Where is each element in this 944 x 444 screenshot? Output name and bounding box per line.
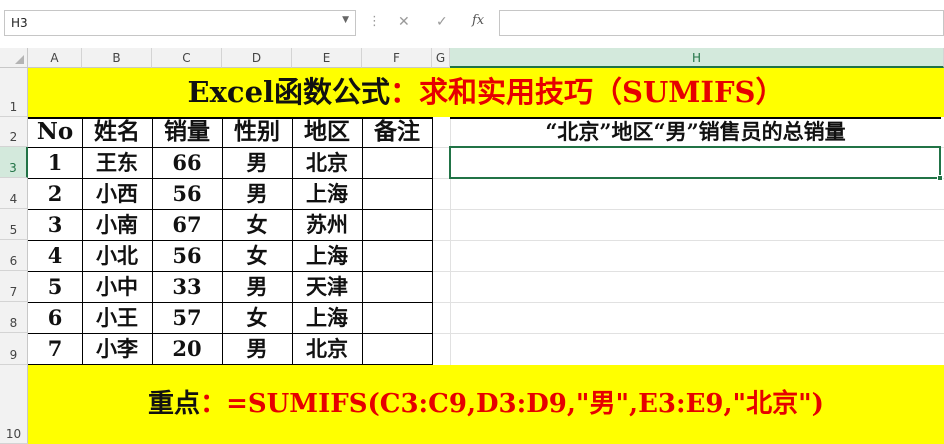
table-cell[interactable]: 56: [152, 240, 222, 271]
table-cell[interactable]: 3: [28, 209, 82, 240]
header-cell-name[interactable]: 姓名: [82, 117, 152, 147]
table-cell[interactable]: 7: [28, 333, 82, 365]
title-red-part: ：求和实用技巧（SUMIFS）: [390, 75, 785, 109]
table-cell[interactable]: [362, 147, 432, 178]
sheet-title[interactable]: Excel函数公式：求和实用技巧（SUMIFS）: [28, 68, 944, 117]
header-cell-sales[interactable]: 销量: [152, 117, 222, 147]
table-cell[interactable]: 男: [222, 333, 292, 365]
table-cell[interactable]: 上海: [292, 240, 362, 271]
table-cell[interactable]: 上海: [292, 302, 362, 333]
table-cell[interactable]: [362, 333, 432, 365]
question-cell[interactable]: “北京”地区“男”销售员的总销量: [450, 117, 941, 147]
name-box[interactable]: H3 ▼: [4, 10, 356, 36]
table-cell[interactable]: 4: [28, 240, 82, 271]
table-cell[interactable]: 上海: [292, 178, 362, 209]
table-cell[interactable]: 57: [152, 302, 222, 333]
row-header-5[interactable]: 5: [0, 209, 28, 240]
header-cell-no[interactable]: No: [28, 117, 82, 147]
table-cell[interactable]: 女: [222, 240, 292, 271]
fx-icon[interactable]: fx: [472, 13, 484, 28]
keypoint-label: 重点: [148, 389, 201, 419]
table-cell[interactable]: 5: [28, 271, 82, 302]
table-cell[interactable]: 北京: [292, 147, 362, 178]
chevron-down-icon[interactable]: ▼: [342, 15, 349, 25]
header-cell-gender[interactable]: 性别: [222, 117, 292, 147]
column-header-a[interactable]: A: [28, 48, 82, 68]
formula-bar: H3 ▼ ⋮ ✕ ✓ fx: [0, 0, 944, 48]
table-cell[interactable]: 女: [222, 302, 292, 333]
table-cell[interactable]: [362, 302, 432, 333]
name-box-value: H3: [11, 16, 28, 30]
row-header-10[interactable]: 10: [0, 365, 28, 444]
column-header-h[interactable]: H: [450, 48, 944, 68]
formula-input[interactable]: [499, 10, 944, 36]
table-cell[interactable]: 男: [222, 147, 292, 178]
title-black-part: Excel函数公式: [187, 75, 391, 109]
table-cell[interactable]: [362, 240, 432, 271]
table-cell[interactable]: 67: [152, 209, 222, 240]
table-cell[interactable]: [362, 209, 432, 240]
table-cell[interactable]: 王东: [82, 147, 152, 178]
table-cell[interactable]: 小王: [82, 302, 152, 333]
table-cell[interactable]: 小北: [82, 240, 152, 271]
table-cell[interactable]: 苏州: [292, 209, 362, 240]
fill-handle[interactable]: [937, 175, 943, 181]
table-cell[interactable]: 男: [222, 178, 292, 209]
table-cell[interactable]: 56: [152, 178, 222, 209]
keypoint-formula: ：=SUMIFS(C3:C9,D3:D9,"男",E3:E9,"北京"): [200, 389, 824, 419]
table-cell[interactable]: [362, 271, 432, 302]
column-header-f[interactable]: F: [362, 48, 432, 68]
table-cell[interactable]: 小西: [82, 178, 152, 209]
header-cell-region[interactable]: 地区: [292, 117, 362, 147]
table-cell[interactable]: 20: [152, 333, 222, 365]
column-header-g[interactable]: G: [432, 48, 450, 68]
row-header-6[interactable]: 6: [0, 240, 28, 271]
table-cell[interactable]: 女: [222, 209, 292, 240]
header-cell-remark[interactable]: 备注: [362, 117, 432, 147]
column-header-e[interactable]: E: [292, 48, 362, 68]
table-cell[interactable]: 小中: [82, 271, 152, 302]
answer-cell[interactable]: [449, 146, 941, 179]
row-header-8[interactable]: 8: [0, 302, 28, 333]
select-all-button[interactable]: [0, 48, 28, 68]
table-cell[interactable]: 33: [152, 271, 222, 302]
table-cell[interactable]: 小南: [82, 209, 152, 240]
row-header-3[interactable]: 3: [0, 147, 28, 178]
row-header-9[interactable]: 9: [0, 333, 28, 365]
table-cell[interactable]: 2: [28, 178, 82, 209]
table-border: [432, 117, 433, 365]
table-cell[interactable]: [362, 178, 432, 209]
table-cell[interactable]: 天津: [292, 271, 362, 302]
column-header-d[interactable]: D: [222, 48, 292, 68]
row-header-2[interactable]: 2: [0, 117, 28, 147]
row-header-7[interactable]: 7: [0, 271, 28, 302]
column-header-c[interactable]: C: [152, 48, 222, 68]
more-icon: ⋮: [368, 14, 381, 29]
table-cell[interactable]: 男: [222, 271, 292, 302]
row-header-4[interactable]: 4: [0, 178, 28, 209]
keypoint-cell[interactable]: 重点：=SUMIFS(C3:C9,D3:D9,"男",E3:E9,"北京"): [28, 365, 944, 444]
table-cell[interactable]: 1: [28, 147, 82, 178]
enter-icon[interactable]: ✓: [436, 14, 448, 30]
table-cell[interactable]: 小李: [82, 333, 152, 365]
row-header-1[interactable]: 1: [0, 68, 28, 117]
table-cell[interactable]: 66: [152, 147, 222, 178]
table-cell[interactable]: 北京: [292, 333, 362, 365]
table-cell[interactable]: 6: [28, 302, 82, 333]
column-header-b[interactable]: B: [82, 48, 152, 68]
cancel-icon[interactable]: ✕: [398, 14, 410, 30]
